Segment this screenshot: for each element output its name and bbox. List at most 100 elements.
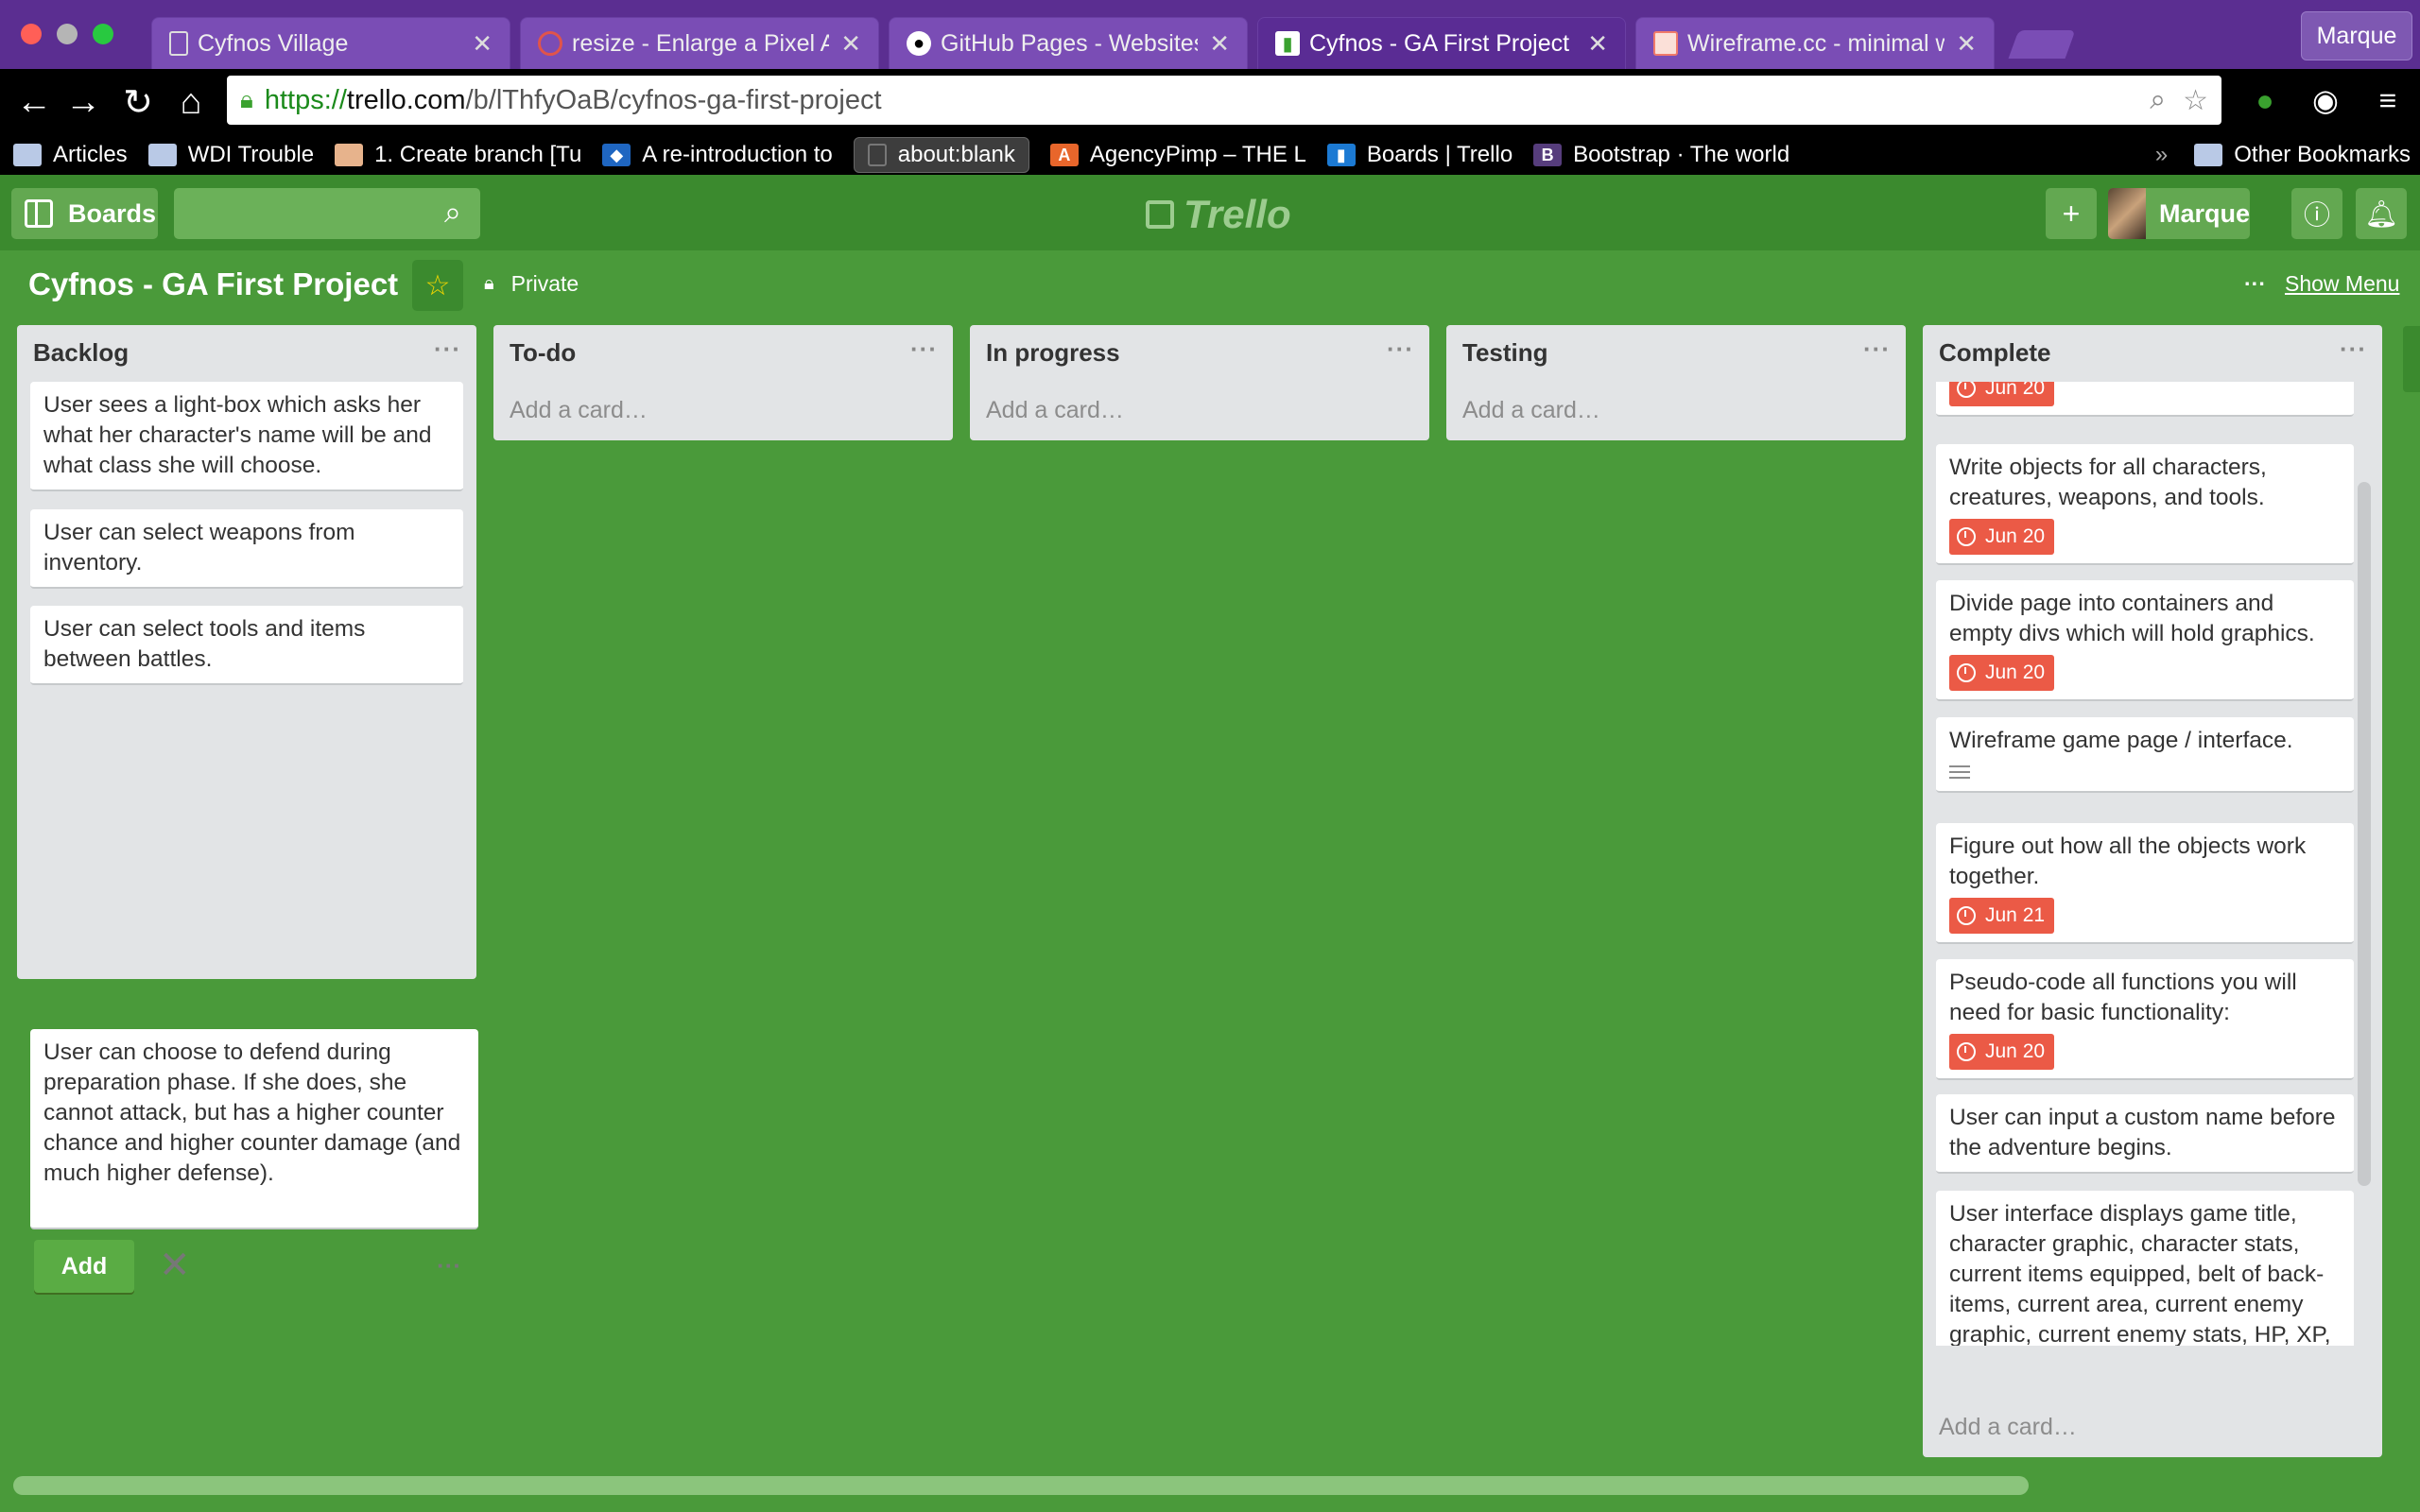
home-icon[interactable]: ⌂ — [172, 82, 210, 122]
tab-title: Wireframe.cc - minimal wir — [1687, 29, 1945, 57]
list-menu-icon[interactable]: ··· — [910, 335, 938, 364]
trello-icon: ▮ — [1326, 144, 1356, 166]
bookmark-star-icon[interactable]: ☆ — [2183, 84, 2208, 117]
member-menu-button[interactable]: Marque — [2108, 188, 2250, 239]
clock-icon — [1957, 906, 1976, 925]
list-menu-icon[interactable]: ··· — [1387, 335, 1414, 364]
card-title: User sees a light-box which asks her wha… — [43, 392, 432, 478]
bookmark-item[interactable]: 1. Create branch [Tu — [335, 142, 581, 168]
list-menu-icon[interactable]: ··· — [1863, 335, 1891, 364]
bookmark-item[interactable]: ◆ A re-introduction to — [602, 142, 833, 168]
url-host: trello.com — [346, 84, 466, 115]
card[interactable]: Wireframe game page / interface. — [1936, 717, 2354, 793]
close-tab-icon[interactable]: ✕ — [1209, 29, 1230, 59]
profile-button[interactable]: Marque — [2301, 11, 2412, 60]
add-card-link[interactable]: Add a card… — [986, 397, 1124, 424]
menu-icon[interactable]: ≡ — [2369, 79, 2407, 121]
close-window-button[interactable] — [21, 24, 42, 44]
trello-logo[interactable]: Trello — [1146, 192, 1291, 237]
bookmark-label: WDI Trouble — [187, 142, 315, 167]
bookmark-item[interactable]: B Bootstrap · The world — [1533, 142, 1789, 168]
card[interactable]: Write objects for all characters, creatu… — [1936, 444, 2354, 565]
list-title[interactable]: In progress — [986, 338, 1120, 368]
browser-tab-active[interactable]: ▮ Cyfnos - GA First Project | ✕ — [1257, 17, 1626, 69]
list-menu-icon[interactable]: ··· — [2340, 335, 2367, 364]
card[interactable]: Divide page into containers and empty di… — [1936, 580, 2354, 701]
close-tab-icon[interactable]: ✕ — [472, 29, 493, 59]
search-icon[interactable]: ⌕ — [437, 195, 469, 229]
trello-logo-icon — [1146, 200, 1174, 229]
secure-lock-icon: 🔒︎ — [240, 85, 253, 113]
other-bookmarks-folder[interactable]: Other Bookmarks — [2194, 142, 2411, 168]
card-title: Wireframe game page / interface. — [1949, 728, 2293, 753]
composer-options-icon[interactable]: ··· — [437, 1251, 461, 1280]
bookmarks-bar: Articles WDI Trouble 1. Create branch [T… — [0, 135, 2420, 175]
tab-title: Cyfnos - GA First Project | — [1309, 29, 1577, 57]
add-card-button[interactable]: Add — [34, 1240, 134, 1293]
add-icon[interactable]: + — [2046, 188, 2097, 239]
forward-icon[interactable]: → — [64, 82, 102, 122]
card[interactable]: User can select weapons from inventory. — [30, 509, 463, 589]
bookmark-item[interactable]: ▮ Boards | Trello — [1326, 142, 1512, 168]
board-visibility-button[interactable]: 🔒︎ Private — [484, 271, 579, 297]
search-input[interactable] — [174, 188, 480, 239]
browser-tab[interactable]: resize - Enlarge a Pixel Art ✕ — [520, 17, 879, 69]
complete-cards-viewport: Jun 20 Write objects for all characters,… — [1923, 382, 2382, 1346]
list-title[interactable]: Backlog — [33, 338, 129, 368]
card[interactable]: Pseudo-code all functions you will need … — [1936, 959, 2354, 1080]
card[interactable]: Jun 20 — [1936, 382, 2354, 417]
trello-logo-text: Trello — [1184, 192, 1291, 236]
board-title[interactable]: Cyfnos - GA First Project — [28, 266, 398, 302]
card-title: Divide page into containers and empty di… — [1949, 591, 2315, 646]
hangouts-icon[interactable]: ● — [2246, 79, 2284, 121]
due-date-label: Jun 21 — [1985, 904, 2046, 926]
browser-tab[interactable]: Cyfnos Village ✕ — [151, 17, 510, 69]
add-card-link[interactable]: Add a card… — [1939, 1414, 2077, 1441]
due-date-badge: Jun 20 — [1949, 655, 2055, 691]
close-tab-icon[interactable]: ✕ — [840, 29, 861, 59]
bookmark-folder[interactable]: Articles — [13, 142, 128, 168]
back-icon[interactable]: ← — [15, 82, 53, 122]
add-card-link[interactable]: Add a card… — [510, 397, 648, 424]
close-tab-icon[interactable]: ✕ — [1587, 29, 1608, 59]
card[interactable]: User interface displays game title, char… — [1936, 1191, 2354, 1346]
close-icon[interactable]: ✕ — [159, 1244, 191, 1287]
board-scrollbar-thumb[interactable] — [13, 1476, 2029, 1495]
notifications-bell-icon[interactable]: 🔔︎ — [2356, 188, 2407, 239]
bookmark-item[interactable]: about:blank — [853, 137, 1029, 173]
card[interactable]: User can select tools and items between … — [30, 606, 463, 685]
card-composer-textarea[interactable]: User can choose to defend during prepara… — [30, 1029, 478, 1229]
folder-icon — [2194, 144, 2223, 166]
bookmarks-overflow-chevron[interactable]: » — [2155, 142, 2168, 168]
bookmark-item[interactable]: A AgencyPimp – THE L — [1049, 142, 1306, 168]
list-scrollbar[interactable] — [2358, 482, 2371, 1186]
close-tab-icon[interactable]: ✕ — [1956, 29, 1977, 59]
folder-icon — [147, 144, 177, 166]
extension-icon[interactable]: ◉ — [2307, 79, 2344, 121]
add-card-link[interactable]: Add a card… — [1462, 397, 1600, 424]
address-bar[interactable]: 🔒︎ https://trello.com/b/lThfyOaB/cyfnos-… — [227, 76, 2221, 125]
boards-button[interactable]: Boards — [11, 188, 158, 239]
card[interactable]: User sees a light-box which asks her wha… — [30, 382, 463, 491]
info-icon[interactable]: ⓘ — [2291, 188, 2342, 239]
url-scheme: https:// — [264, 84, 347, 115]
list-title[interactable]: Complete — [1939, 338, 2050, 368]
clock-icon — [1957, 1042, 1976, 1061]
list-title[interactable]: Testing — [1462, 338, 1548, 368]
browser-tab[interactable]: ● GitHub Pages - Websites fo ✕ — [889, 17, 1248, 69]
star-icon[interactable]: ☆ — [412, 260, 463, 311]
zoom-window-button[interactable] — [93, 24, 113, 44]
show-menu-link[interactable]: ··· Show Menu — [2244, 271, 2399, 297]
minimize-window-button[interactable] — [57, 24, 78, 44]
list-title[interactable]: To-do — [510, 338, 576, 368]
bookmark-folder[interactable]: WDI Trouble — [147, 142, 315, 168]
list-menu-icon[interactable]: ··· — [434, 335, 461, 364]
card[interactable]: User can input a custom name before the … — [1936, 1094, 2354, 1174]
description-icon — [1949, 765, 1970, 779]
reload-icon[interactable]: ↻ — [119, 83, 157, 123]
due-date-label: Jun 20 — [1985, 382, 2046, 399]
browser-tab[interactable]: Wireframe.cc - minimal wir ✕ — [1635, 17, 1995, 69]
search-icon[interactable]: ⌕ — [2150, 84, 2166, 117]
new-tab-button[interactable] — [2008, 30, 2076, 59]
card[interactable]: Figure out how all the objects work toge… — [1936, 823, 2354, 944]
